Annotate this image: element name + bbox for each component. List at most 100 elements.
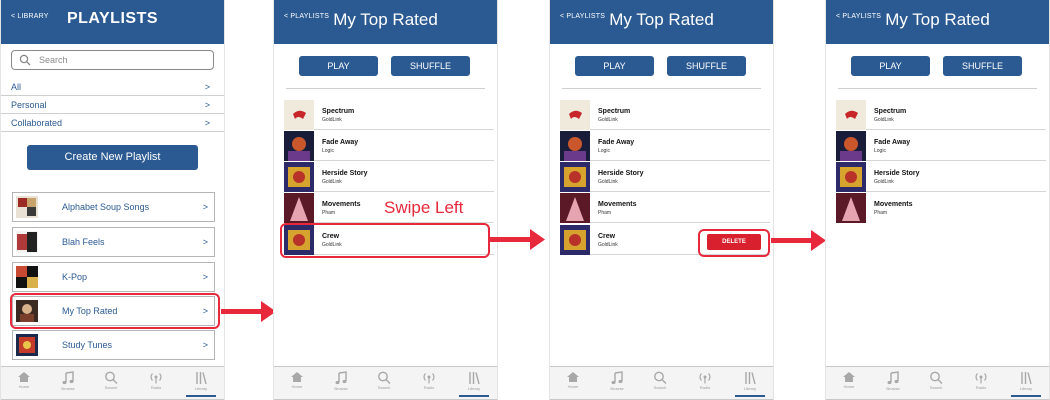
flow-arrow-icon bbox=[771, 230, 826, 251]
filter-collaborated[interactable]: Collaborated > bbox=[1, 114, 224, 132]
app-header: < PLAYLISTS My Top Rated bbox=[826, 0, 1049, 44]
tab-label: Library bbox=[1019, 386, 1033, 391]
tab-label: Browse bbox=[886, 386, 900, 391]
library-icon bbox=[196, 372, 207, 385]
song-row[interactable]: Herside Story GoldLink bbox=[560, 162, 770, 192]
tab-browse[interactable]: Browse bbox=[878, 371, 908, 397]
tab-home[interactable]: Home bbox=[282, 371, 312, 397]
tab-bar: Home Browse Search Radio Library bbox=[550, 366, 773, 400]
song-row[interactable]: Herside Story GoldLink bbox=[284, 162, 494, 192]
page-title: My Top Rated bbox=[609, 10, 714, 29]
flow-arrow-icon bbox=[221, 301, 276, 322]
tab-label: Search bbox=[104, 385, 118, 390]
song-artist: GoldLink bbox=[874, 117, 894, 123]
shuffle-button[interactable]: SHUFFLE bbox=[667, 56, 746, 76]
song-row[interactable]: Fade Away Logic bbox=[284, 131, 494, 161]
playlist-item[interactable]: K-Pop > bbox=[12, 262, 215, 292]
tab-search[interactable]: Search bbox=[96, 371, 126, 397]
tab-browse[interactable]: Browse bbox=[602, 371, 632, 397]
shuffle-button[interactable]: SHUFFLE bbox=[391, 56, 470, 76]
tab-library[interactable]: Library bbox=[459, 371, 489, 397]
tab-search[interactable]: Search bbox=[645, 371, 675, 397]
tab-label: Home bbox=[291, 384, 303, 389]
divider bbox=[562, 88, 761, 89]
song-row[interactable]: Fade Away Logic bbox=[560, 131, 770, 161]
song-title: Fade Away bbox=[598, 139, 635, 146]
tab-browse[interactable]: Browse bbox=[326, 371, 356, 397]
playlist-name: K-Pop bbox=[62, 272, 88, 282]
filter-label: All bbox=[11, 82, 22, 92]
home-icon bbox=[843, 372, 855, 382]
song-row[interactable]: Spectrum GoldLink bbox=[836, 100, 1046, 130]
filter-personal[interactable]: Personal > bbox=[1, 96, 224, 114]
play-button[interactable]: PLAY bbox=[299, 56, 378, 76]
radio-icon bbox=[150, 373, 162, 384]
playlist-name: Alphabet Soup Songs bbox=[62, 202, 150, 212]
song-row[interactable]: Spectrum GoldLink bbox=[560, 100, 770, 130]
album-art-icon bbox=[836, 162, 866, 192]
song-title: Spectrum bbox=[598, 108, 631, 115]
search-input[interactable]: Search bbox=[11, 50, 214, 70]
filter-all[interactable]: All > bbox=[1, 78, 224, 96]
song-row[interactable]: Movements Pham bbox=[836, 193, 1046, 223]
tab-library[interactable]: Library bbox=[735, 371, 765, 397]
tab-label: Radio bbox=[699, 385, 711, 390]
shuffle-button[interactable]: SHUFFLE bbox=[943, 56, 1022, 76]
album-art-icon bbox=[284, 193, 314, 223]
song-title: Herside Story bbox=[322, 170, 368, 177]
storyboard: < LIBRARY PLAYLISTS Search All > Persona… bbox=[0, 0, 1050, 400]
chevron-right-icon: > bbox=[202, 202, 208, 212]
playlist-art-icon bbox=[16, 196, 38, 218]
chevron-right-icon: > bbox=[204, 118, 210, 128]
tab-label: Browse bbox=[61, 386, 75, 391]
search-icon bbox=[19, 54, 31, 66]
tab-radio[interactable]: Radio bbox=[690, 371, 720, 397]
tab-radio[interactable]: Radio bbox=[966, 371, 996, 397]
tab-home[interactable]: Home bbox=[9, 371, 39, 397]
song-row[interactable]: Herside Story GoldLink bbox=[836, 162, 1046, 192]
song-artist: GoldLink bbox=[874, 179, 894, 185]
play-button[interactable]: PLAY bbox=[851, 56, 930, 76]
song-title: Movements bbox=[598, 201, 637, 208]
radio-icon bbox=[423, 373, 435, 384]
song-row[interactable]: Movements Pham bbox=[560, 193, 770, 223]
tab-radio[interactable]: Radio bbox=[414, 371, 444, 397]
tab-home[interactable]: Home bbox=[834, 371, 864, 397]
library-icon bbox=[469, 372, 480, 385]
playlist-art-icon bbox=[16, 231, 38, 253]
playlist-item[interactable]: Blah Feels > bbox=[12, 227, 215, 257]
tab-search[interactable]: Search bbox=[921, 371, 951, 397]
music-note-icon bbox=[62, 371, 74, 385]
song-title: Spectrum bbox=[322, 108, 355, 115]
playlist-item[interactable]: Study Tunes > bbox=[12, 330, 215, 360]
tab-library[interactable]: Library bbox=[186, 371, 216, 397]
tab-label: Home bbox=[567, 384, 579, 389]
playlist-item[interactable]: Alphabet Soup Songs > bbox=[12, 192, 215, 222]
radio-icon bbox=[699, 373, 711, 384]
chevron-right-icon: > bbox=[204, 82, 210, 92]
search-icon bbox=[654, 371, 667, 384]
tab-browse[interactable]: Browse bbox=[53, 371, 83, 397]
music-note-icon bbox=[887, 371, 899, 385]
tab-bar: Home Browse Search Radio Library bbox=[1, 366, 224, 400]
song-row[interactable]: Fade Away Logic bbox=[836, 131, 1046, 161]
playlist-art-icon bbox=[16, 266, 38, 288]
playlist-name: Study Tunes bbox=[62, 340, 113, 350]
tab-radio[interactable]: Radio bbox=[141, 371, 171, 397]
song-row[interactable]: Spectrum GoldLink bbox=[284, 100, 494, 130]
tab-label: Search bbox=[377, 385, 391, 390]
album-art-icon bbox=[836, 131, 866, 161]
tab-library[interactable]: Library bbox=[1011, 371, 1041, 397]
play-button[interactable]: PLAY bbox=[575, 56, 654, 76]
create-playlist-button[interactable]: Create New Playlist bbox=[27, 145, 198, 170]
album-art-icon bbox=[284, 131, 314, 161]
divider bbox=[838, 88, 1037, 89]
song-artist: Pham bbox=[598, 210, 612, 216]
tab-home[interactable]: Home bbox=[558, 371, 588, 397]
playback-controls: PLAY SHUFFLE bbox=[826, 56, 1049, 76]
home-icon bbox=[18, 372, 30, 382]
app-header: < PLAYLISTS My Top Rated bbox=[550, 0, 773, 44]
song-title: Herside Story bbox=[598, 170, 644, 177]
tab-search[interactable]: Search bbox=[369, 371, 399, 397]
tab-label: Browse bbox=[610, 386, 624, 391]
